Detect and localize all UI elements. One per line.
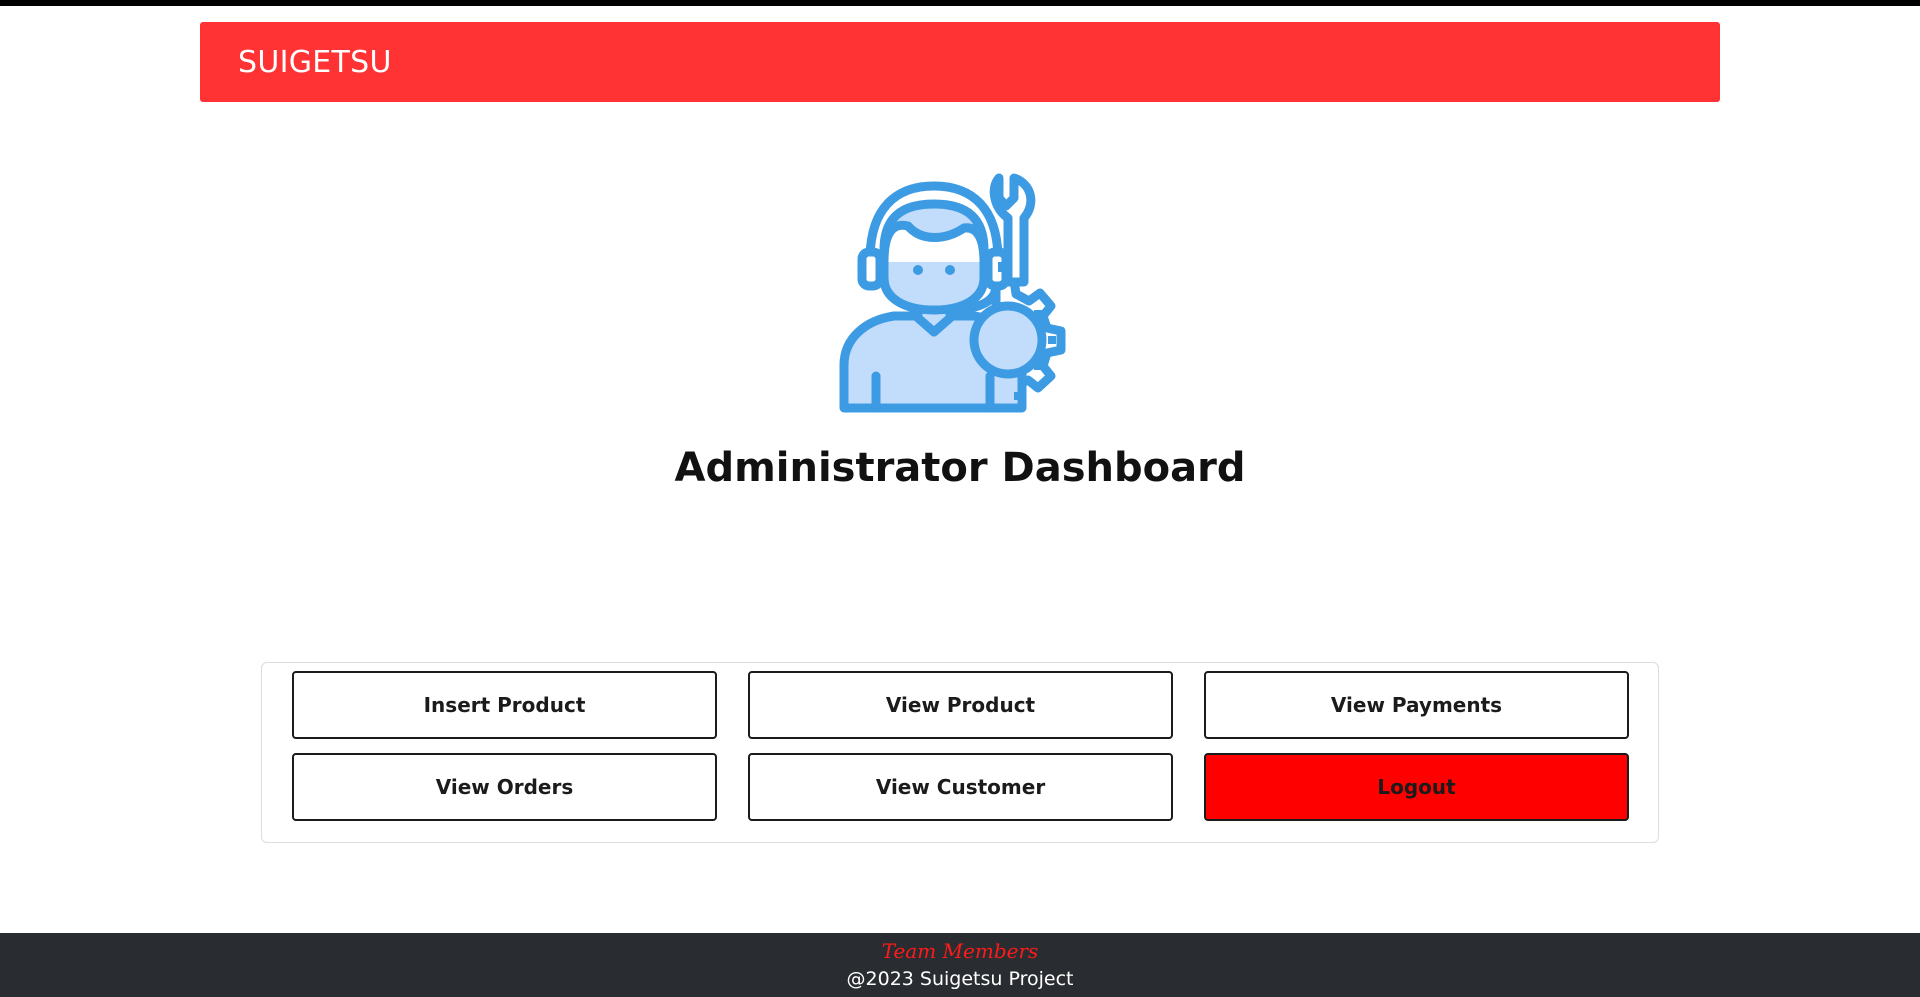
footer: Team Members @2023 Suigetsu Project <box>0 933 1920 997</box>
insert-product-button[interactable]: Insert Product <box>292 671 717 739</box>
logout-button[interactable]: Logout <box>1204 753 1629 821</box>
page-title: Administrator Dashboard <box>674 445 1246 491</box>
dashboard-actions-panel: Insert Product View Product View Payment… <box>261 662 1659 843</box>
view-product-button[interactable]: View Product <box>748 671 1173 739</box>
top-border <box>0 0 1920 6</box>
view-orders-button[interactable]: View Orders <box>292 753 717 821</box>
footer-copyright: @2023 Suigetsu Project <box>846 968 1074 990</box>
navbar: SUIGETSU <box>200 22 1720 102</box>
navbar-brand[interactable]: SUIGETSU <box>238 45 392 80</box>
team-members-link[interactable]: Team Members <box>0 939 1920 963</box>
view-customer-button[interactable]: View Customer <box>748 753 1173 821</box>
admin-support-icon <box>839 173 1066 413</box>
view-payments-button[interactable]: View Payments <box>1204 671 1629 739</box>
